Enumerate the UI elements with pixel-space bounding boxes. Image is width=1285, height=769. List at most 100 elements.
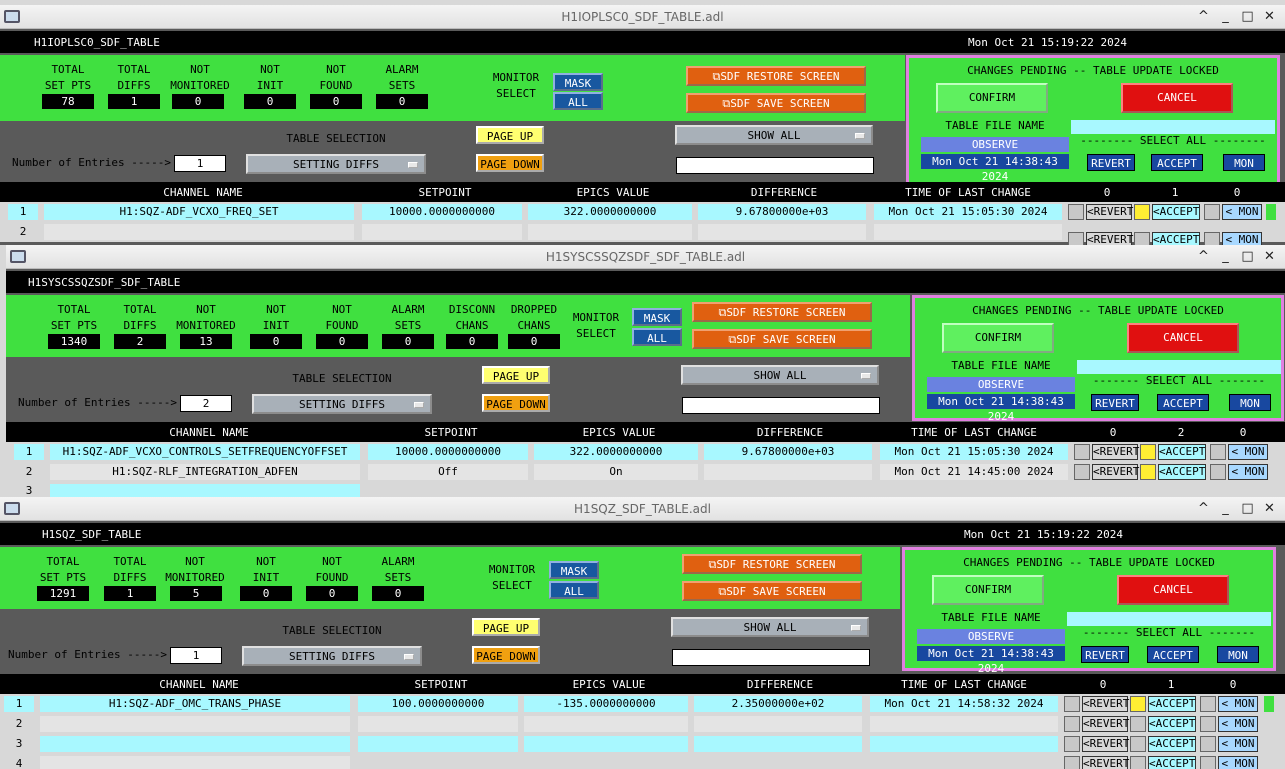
accept-checkbox[interactable] bbox=[1130, 756, 1146, 769]
show-all-dropdown[interactable]: SHOW ALL bbox=[681, 365, 879, 385]
confirm-button[interactable]: CONFIRM bbox=[936, 83, 1048, 113]
page-down-button[interactable]: PAGE DOWN bbox=[472, 646, 540, 664]
revert-button[interactable]: <REVERT bbox=[1082, 736, 1129, 752]
chevron-up-icon[interactable]: ^ bbox=[1193, 5, 1215, 29]
accept-checkbox[interactable] bbox=[1130, 736, 1146, 752]
close-icon[interactable]: ✕ bbox=[1259, 245, 1281, 269]
revert-checkbox[interactable] bbox=[1064, 756, 1080, 769]
close-icon[interactable]: ✕ bbox=[1259, 5, 1281, 29]
mon-button[interactable]: < MON bbox=[1228, 444, 1268, 460]
confirm-button[interactable]: CONFIRM bbox=[932, 575, 1044, 605]
revert-checkbox[interactable] bbox=[1068, 232, 1084, 245]
cancel-button[interactable]: CANCEL bbox=[1127, 323, 1239, 353]
cancel-button[interactable]: CANCEL bbox=[1121, 83, 1233, 113]
setting-diffs-dropdown[interactable]: SETTING DIFFS bbox=[252, 394, 432, 414]
minimize-icon[interactable]: _ bbox=[1215, 497, 1237, 521]
num-entries-input[interactable]: 1 bbox=[174, 155, 226, 172]
mon-all-button[interactable]: MON bbox=[1223, 154, 1265, 171]
revert-checkbox[interactable] bbox=[1064, 716, 1080, 732]
sdf-save-screen-button[interactable]: ⧉SDF SAVE SCREEN bbox=[686, 93, 866, 113]
page-down-button[interactable]: PAGE DOWN bbox=[476, 154, 544, 172]
revert-button[interactable]: <REVERT bbox=[1092, 444, 1139, 460]
revert-all-button[interactable]: REVERT bbox=[1091, 394, 1139, 411]
filter-input[interactable] bbox=[682, 397, 880, 414]
maximize-icon[interactable]: □ bbox=[1237, 497, 1259, 521]
all-button[interactable]: ALL bbox=[632, 328, 682, 346]
accept-all-button[interactable]: ACCEPT bbox=[1147, 646, 1199, 663]
mon-button[interactable]: < MON bbox=[1222, 204, 1262, 220]
mon-all-button[interactable]: MON bbox=[1229, 394, 1271, 411]
page-up-button[interactable]: PAGE UP bbox=[482, 366, 550, 384]
mon-checkbox[interactable] bbox=[1204, 232, 1220, 245]
accept-checkbox[interactable] bbox=[1140, 464, 1156, 480]
mon-checkbox[interactable] bbox=[1200, 696, 1216, 712]
accept-button[interactable]: <ACCEPT bbox=[1152, 232, 1200, 245]
accept-button[interactable]: <ACCEPT bbox=[1148, 736, 1196, 752]
mask-button[interactable]: MASK bbox=[632, 308, 682, 326]
revert-button[interactable]: <REVERT bbox=[1082, 756, 1129, 769]
accept-button[interactable]: <ACCEPT bbox=[1148, 756, 1196, 769]
num-entries-input[interactable]: 1 bbox=[170, 647, 222, 664]
revert-button[interactable]: <REVERT bbox=[1092, 464, 1139, 480]
mon-all-button[interactable]: MON bbox=[1217, 646, 1259, 663]
accept-button[interactable]: <ACCEPT bbox=[1158, 464, 1206, 480]
revert-all-button[interactable]: REVERT bbox=[1087, 154, 1135, 171]
mask-button[interactable]: MASK bbox=[553, 73, 603, 91]
mon-checkbox[interactable] bbox=[1210, 444, 1226, 460]
show-all-dropdown[interactable]: SHOW ALL bbox=[675, 125, 873, 145]
accept-all-button[interactable]: ACCEPT bbox=[1151, 154, 1203, 171]
page-down-button[interactable]: PAGE DOWN bbox=[482, 394, 550, 412]
mon-button[interactable]: < MON bbox=[1218, 736, 1258, 752]
accept-checkbox[interactable] bbox=[1130, 696, 1146, 712]
cancel-button[interactable]: CANCEL bbox=[1117, 575, 1229, 605]
revert-checkbox[interactable] bbox=[1074, 444, 1090, 460]
sdf-restore-screen-button[interactable]: ⧉SDF RESTORE SCREEN bbox=[682, 554, 862, 574]
mon-checkbox[interactable] bbox=[1204, 204, 1220, 220]
show-all-dropdown[interactable]: SHOW ALL bbox=[671, 617, 869, 637]
maximize-icon[interactable]: □ bbox=[1237, 5, 1259, 29]
sdf-save-screen-button[interactable]: ⧉SDF SAVE SCREEN bbox=[682, 581, 862, 601]
minimize-icon[interactable]: _ bbox=[1215, 5, 1237, 29]
mon-checkbox[interactable] bbox=[1200, 716, 1216, 732]
mon-checkbox[interactable] bbox=[1200, 736, 1216, 752]
sdf-save-screen-button[interactable]: ⧉SDF SAVE SCREEN bbox=[692, 329, 872, 349]
chevron-up-icon[interactable]: ^ bbox=[1193, 497, 1215, 521]
accept-button[interactable]: <ACCEPT bbox=[1148, 716, 1196, 732]
all-button[interactable]: ALL bbox=[549, 581, 599, 599]
setting-diffs-dropdown[interactable]: SETTING DIFFS bbox=[246, 154, 426, 174]
num-entries-input[interactable]: 2 bbox=[180, 395, 232, 412]
close-icon[interactable]: ✕ bbox=[1259, 497, 1281, 521]
accept-checkbox[interactable] bbox=[1134, 204, 1150, 220]
revert-button[interactable]: <REVERT bbox=[1082, 716, 1129, 732]
revert-all-button[interactable]: REVERT bbox=[1081, 646, 1129, 663]
filter-input[interactable] bbox=[672, 649, 870, 666]
accept-button[interactable]: <ACCEPT bbox=[1152, 204, 1200, 220]
mon-button[interactable]: < MON bbox=[1218, 756, 1258, 769]
accept-button[interactable]: <ACCEPT bbox=[1148, 696, 1196, 712]
confirm-button[interactable]: CONFIRM bbox=[942, 323, 1054, 353]
maximize-icon[interactable]: □ bbox=[1237, 245, 1259, 269]
revert-checkbox[interactable] bbox=[1064, 736, 1080, 752]
accept-checkbox[interactable] bbox=[1130, 716, 1146, 732]
title-bar[interactable]: H1IOPLSC0_SDF_TABLE.adl ^ _ □ ✕ bbox=[0, 5, 1285, 29]
revert-checkbox[interactable] bbox=[1068, 204, 1084, 220]
revert-checkbox[interactable] bbox=[1064, 696, 1080, 712]
page-up-button[interactable]: PAGE UP bbox=[476, 126, 544, 144]
sdf-restore-screen-button[interactable]: ⧉SDF RESTORE SCREEN bbox=[686, 66, 866, 86]
sdf-restore-screen-button[interactable]: ⧉SDF RESTORE SCREEN bbox=[692, 302, 872, 322]
mon-button[interactable]: < MON bbox=[1218, 716, 1258, 732]
accept-all-button[interactable]: ACCEPT bbox=[1157, 394, 1209, 411]
title-bar[interactable]: H1SYSCSSQZSDF_SDF_TABLE.adl ^ _ □ ✕ bbox=[6, 245, 1285, 269]
accept-checkbox[interactable] bbox=[1140, 444, 1156, 460]
minimize-icon[interactable]: _ bbox=[1215, 245, 1237, 269]
revert-button[interactable]: <REVERT bbox=[1086, 232, 1133, 245]
mon-checkbox[interactable] bbox=[1210, 464, 1226, 480]
accept-button[interactable]: <ACCEPT bbox=[1158, 444, 1206, 460]
revert-button[interactable]: <REVERT bbox=[1082, 696, 1129, 712]
mon-checkbox[interactable] bbox=[1200, 756, 1216, 769]
title-bar[interactable]: H1SQZ_SDF_TABLE.adl ^ _ □ ✕ bbox=[0, 497, 1285, 521]
revert-checkbox[interactable] bbox=[1074, 464, 1090, 480]
mon-button[interactable]: < MON bbox=[1222, 232, 1262, 245]
setting-diffs-dropdown[interactable]: SETTING DIFFS bbox=[242, 646, 422, 666]
mask-button[interactable]: MASK bbox=[549, 561, 599, 579]
